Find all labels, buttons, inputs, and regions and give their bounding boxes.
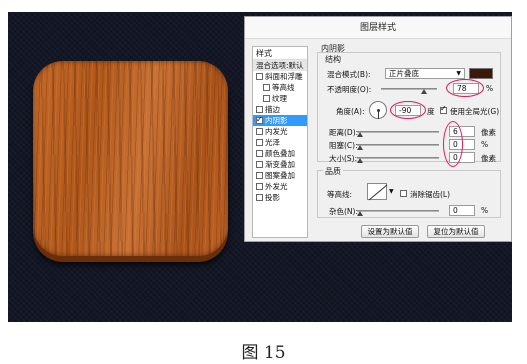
style-item[interactable]: 等高线 (253, 82, 307, 93)
distance-slider-thumb[interactable] (357, 132, 363, 137)
chevron-down-icon: ▼ (456, 70, 461, 77)
opacity-unit: % (486, 84, 494, 93)
style-item-label: 外发光 (265, 182, 288, 191)
style-item-checkbox[interactable] (263, 95, 270, 102)
style-item-checkbox[interactable] (256, 73, 263, 80)
style-item-checkbox[interactable] (263, 84, 270, 91)
noise-input[interactable]: 0 (449, 205, 475, 216)
choke-label: 阻塞(C): (329, 141, 358, 150)
opacity-label: 不透明度(O): (327, 85, 372, 94)
choke-unit: % (481, 140, 489, 149)
style-item-checkbox[interactable] (256, 161, 263, 168)
opacity-slider[interactable] (381, 88, 437, 90)
layer-style-dialog: 图层样式 样式 混合选项:默认 斜面和浮雕等高线纹理描边内阴影内发光光泽颜色叠加… (244, 16, 512, 242)
antialias-checkbox[interactable] (400, 190, 407, 197)
style-item-label: 内发光 (265, 127, 288, 136)
noise-unit: % (481, 206, 489, 215)
style-item[interactable]: 颜色叠加 (253, 148, 307, 159)
antialias-label: 消除锯齿(L) (410, 190, 451, 199)
style-item-label: 渐变叠加 (265, 160, 295, 169)
shadow-color-swatch[interactable] (469, 68, 493, 79)
reset-default-button[interactable]: 复位为默认值 (427, 225, 485, 238)
style-item-checkbox[interactable] (256, 194, 263, 201)
style-item-checkbox[interactable] (256, 139, 263, 146)
dialog-title: 图层样式 (245, 17, 511, 39)
style-item[interactable]: 外发光 (253, 181, 307, 192)
style-item[interactable]: 投影 (253, 192, 307, 203)
distance-slider[interactable] (357, 131, 439, 133)
style-item[interactable]: 内发光 (253, 126, 307, 137)
style-item-label: 光泽 (265, 138, 280, 147)
inner-shadow-settings: 内阴影 结构 混合模式(B): 正片叠底 ▼ 不透明度(O): 78 % 角度(… (315, 43, 507, 243)
style-item-checkbox[interactable] (256, 150, 263, 157)
figure-caption: 图 15 (241, 343, 286, 363)
contour-preview[interactable] (367, 183, 388, 201)
blend-mode-select[interactable]: 正片叠底 ▼ (385, 68, 465, 79)
style-item[interactable]: 渐变叠加 (253, 159, 307, 170)
style-item[interactable]: 光泽 (253, 137, 307, 148)
choke-slider[interactable] (357, 144, 439, 146)
size-label: 大小(S): (329, 154, 358, 163)
contour-curve-icon (368, 184, 388, 201)
opacity-slider-thumb[interactable] (421, 89, 427, 94)
chevron-down-icon[interactable]: ▼ (389, 188, 394, 195)
global-light-checkbox[interactable] (440, 104, 447, 114)
wood-texture-icon (33, 61, 228, 256)
noise-slider[interactable] (357, 210, 439, 212)
style-item-label: 颜色叠加 (265, 149, 295, 158)
highlight-circle (446, 79, 484, 97)
highlight-circle (390, 101, 426, 119)
style-item-label: 内阴影 (265, 116, 288, 125)
distance-label: 距离(D): (329, 128, 359, 137)
noise-slider-thumb[interactable] (357, 211, 363, 216)
angle-dial[interactable] (369, 101, 387, 119)
set-default-button[interactable]: 设置为默认值 (361, 225, 419, 238)
global-light-label: 使用全局光(G) (450, 107, 500, 116)
styles-header[interactable]: 样式 (253, 47, 307, 60)
noise-label: 杂色(N): (329, 207, 358, 216)
style-item-checkbox[interactable] (256, 106, 263, 113)
style-item[interactable]: 纹理 (253, 93, 307, 104)
style-item-checkbox[interactable] (256, 114, 263, 125)
style-item-label: 描边 (265, 105, 280, 114)
quality-title: 品质 (323, 166, 343, 177)
style-item[interactable]: 图案叠加 (253, 170, 307, 181)
size-slider[interactable] (357, 157, 439, 159)
style-item[interactable]: 斜面和浮雕 (253, 71, 307, 82)
style-list: 样式 混合选项:默认 斜面和浮雕等高线纹理描边内阴影内发光光泽颜色叠加渐变叠加图… (252, 46, 308, 238)
size-unit: 像素 (481, 154, 496, 163)
blend-options-item[interactable]: 混合选项:默认 (253, 60, 307, 71)
style-item-label: 纹理 (272, 94, 287, 103)
structure-title: 结构 (323, 54, 343, 65)
highlight-circle (443, 121, 463, 167)
style-item-label: 图案叠加 (265, 171, 295, 180)
style-item-checkbox[interactable] (256, 183, 263, 190)
style-item-label: 投影 (265, 193, 280, 202)
blend-mode-label: 混合模式(B): (327, 70, 371, 79)
choke-slider-thumb[interactable] (357, 145, 363, 150)
blend-mode-value: 正片叠底 (389, 69, 419, 78)
distance-unit: 像素 (481, 128, 496, 137)
style-item-label: 等高线 (272, 83, 295, 92)
style-item-checkbox[interactable] (256, 128, 263, 135)
angle-label: 角度(A): (336, 107, 365, 116)
size-slider-thumb[interactable] (357, 158, 363, 163)
contour-label: 等高线: (327, 190, 353, 199)
style-item[interactable]: 内阴影 (253, 114, 307, 126)
angle-unit: 度 (427, 107, 435, 116)
style-item-checkbox[interactable] (256, 172, 263, 179)
style-item-label: 斜面和浮雕 (265, 72, 303, 81)
